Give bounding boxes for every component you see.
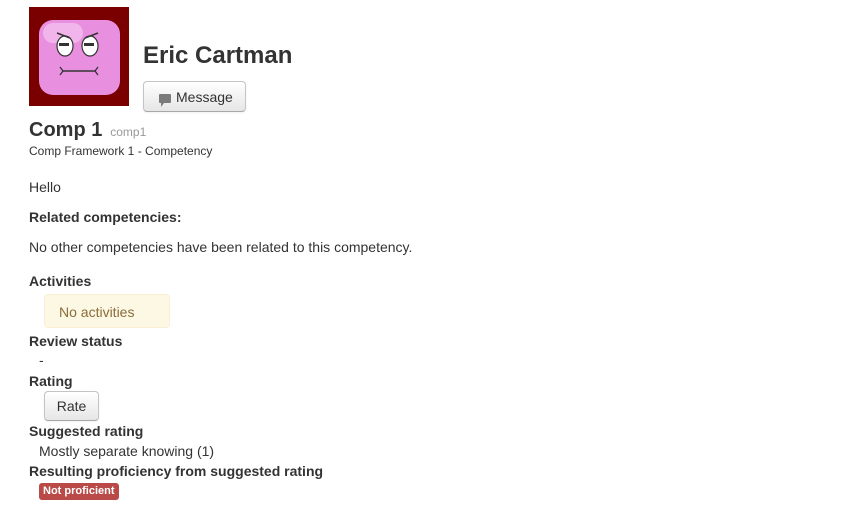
competency-heading: Comp 1 comp1	[29, 119, 146, 142]
rate-button[interactable]: Rate	[44, 391, 99, 421]
message-button[interactable]: Message	[143, 81, 246, 112]
message-button-label: Message	[176, 89, 233, 105]
cartman-face-image	[29, 7, 129, 106]
competency-idnumber: comp1	[110, 125, 147, 139]
suggested-rating-heading: Suggested rating	[29, 423, 144, 439]
proficiency-status-badge: Not proficient	[39, 483, 119, 500]
related-competencies-heading: Related competencies:	[29, 209, 182, 225]
proficiency-heading: Resulting proficiency from suggested rat…	[29, 463, 324, 479]
user-fullname: Eric Cartman	[143, 42, 293, 69]
competency-description: Hello	[29, 179, 61, 195]
suggested-rating-value: Mostly separate knowing (1)	[39, 443, 215, 459]
related-competencies-empty: No other competencies have been related …	[29, 239, 413, 255]
review-status-heading: Review status	[29, 333, 123, 349]
competency-name: Comp 1	[29, 119, 103, 141]
no-activities-alert: No activities	[44, 294, 170, 328]
user-avatar	[29, 7, 129, 106]
message-icon	[159, 94, 171, 107]
activities-heading: Activities	[29, 273, 92, 289]
review-status-value: -	[39, 352, 44, 368]
competency-framework-path: Comp Framework 1 - Competency	[29, 144, 213, 158]
rating-heading: Rating	[29, 373, 73, 389]
